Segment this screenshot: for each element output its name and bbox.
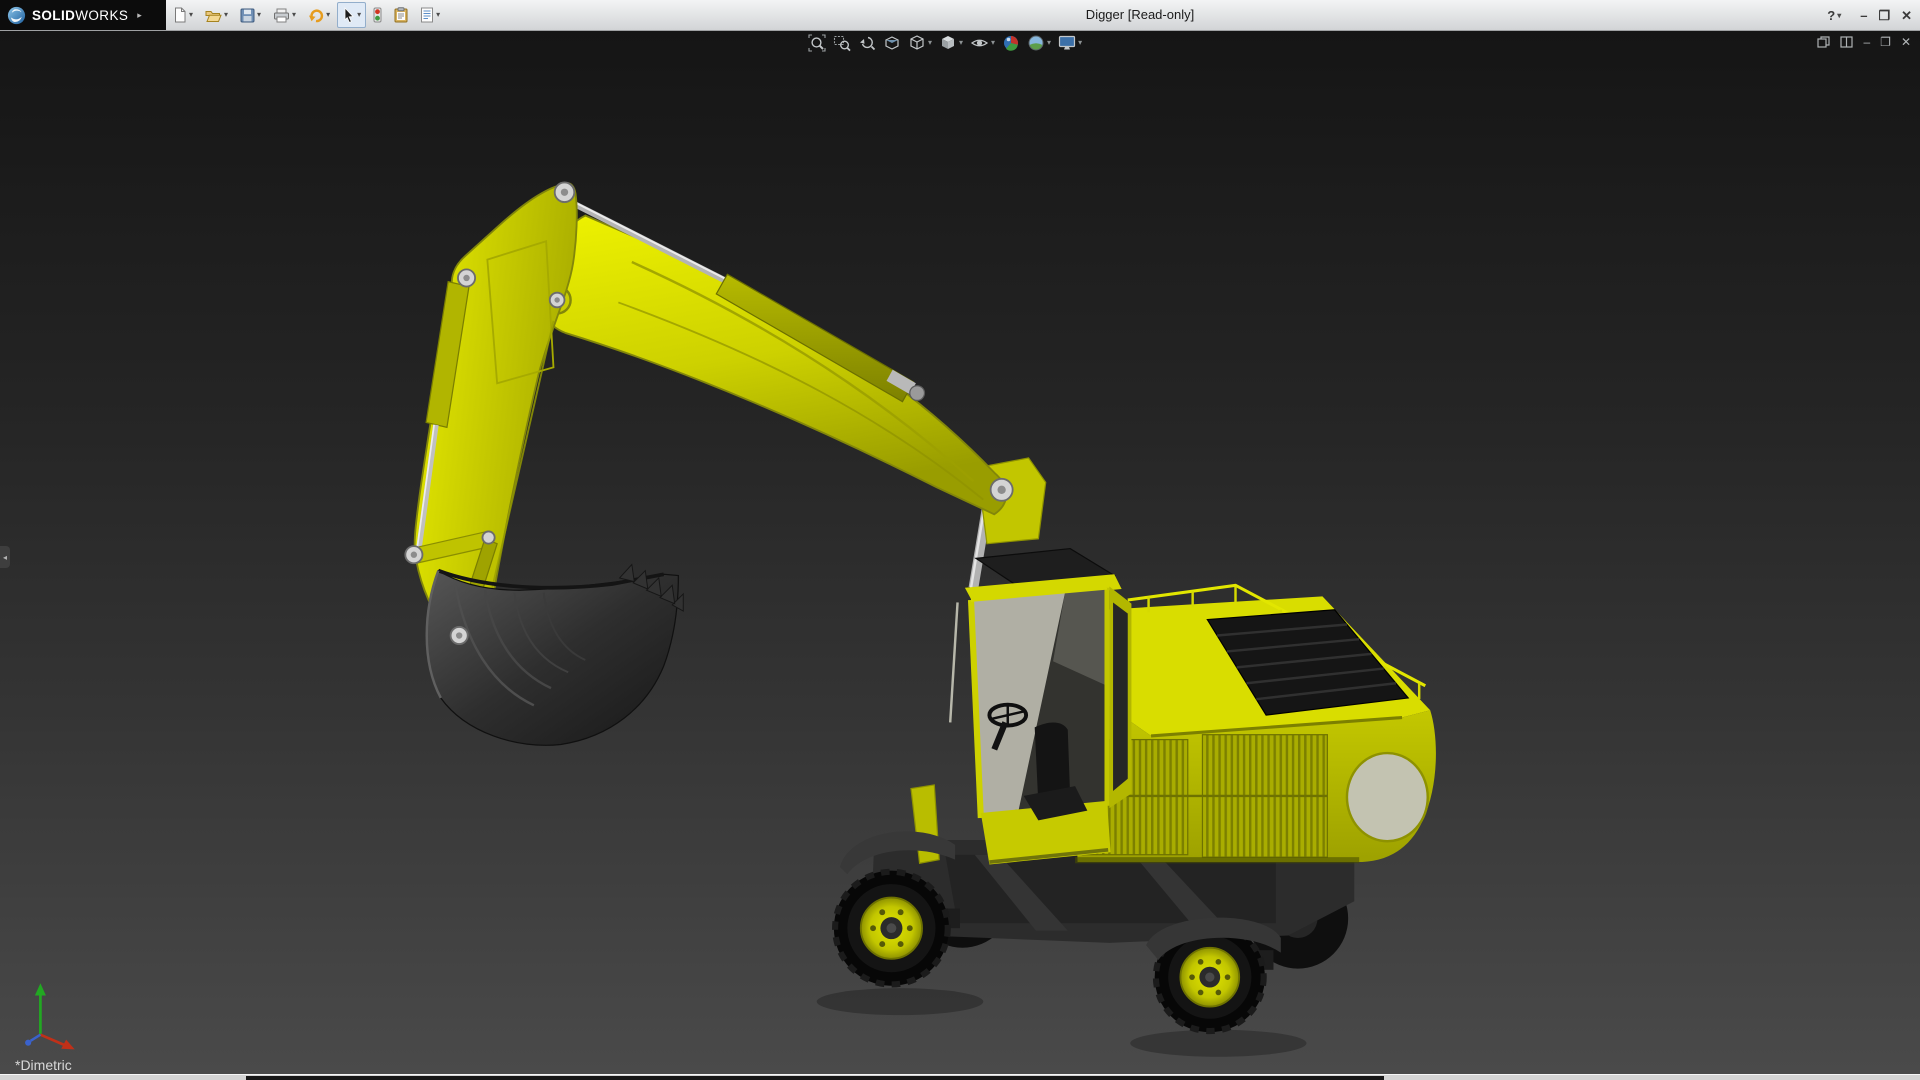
edit-appearance-button[interactable] xyxy=(1000,33,1022,53)
solidworks-logo: SOLIDWORKS ▸ xyxy=(0,0,166,30)
rebuild-button[interactable] xyxy=(368,2,387,28)
dropdown-arrow-icon[interactable]: ▾ xyxy=(292,11,296,19)
select-cursor-icon xyxy=(342,7,355,24)
display-style-button[interactable]: ▾ xyxy=(937,33,965,53)
scene-icon xyxy=(1027,34,1045,52)
minimize-button[interactable]: – xyxy=(1860,9,1867,22)
open-button[interactable]: ▾ xyxy=(200,2,233,28)
dropdown-arrow-icon[interactable]: ▾ xyxy=(1078,39,1082,47)
feature-manager-collapse-tab[interactable]: ◂ xyxy=(0,546,10,568)
new-document-button[interactable]: ▾ xyxy=(168,2,198,28)
hide-show-items-button[interactable]: ▾ xyxy=(968,33,997,53)
dropdown-arrow-icon[interactable]: ▾ xyxy=(224,11,228,19)
document-window-controls: – ❐ ✕ xyxy=(1817,36,1911,48)
dropdown-arrow-icon[interactable]: ▾ xyxy=(357,11,361,19)
main-toolbar: ▾ ▾ ▾ ▾ xyxy=(168,2,445,28)
dropdown-arrow-icon[interactable]: ▾ xyxy=(1047,39,1051,47)
select-button[interactable]: ▾ xyxy=(337,2,366,28)
dropdown-arrow-icon[interactable]: ▾ xyxy=(189,11,193,19)
undo-button[interactable]: ▾ xyxy=(303,2,335,28)
options-button[interactable]: ▾ xyxy=(415,2,445,28)
zoom-to-fit-button[interactable] xyxy=(806,33,828,53)
cascade-windows-icon[interactable] xyxy=(1817,36,1830,48)
logo-expand-arrow-icon[interactable]: ▸ xyxy=(137,10,142,21)
options-form-icon xyxy=(420,7,434,23)
save-floppy-icon xyxy=(240,8,255,23)
doc-minimize-button[interactable]: – xyxy=(1863,36,1870,48)
bottom-strip-dark-segment xyxy=(246,1076,1385,1080)
view-orientation-button[interactable]: ▾ xyxy=(906,33,934,53)
tile-windows-icon[interactable] xyxy=(1840,36,1853,48)
dropdown-arrow-icon[interactable]: ▾ xyxy=(959,39,963,47)
dropdown-arrow-icon[interactable]: ▾ xyxy=(326,11,330,19)
3ds-logo-icon xyxy=(7,6,26,25)
print-icon xyxy=(273,8,290,23)
open-folder-icon xyxy=(205,8,222,23)
file-properties-icon xyxy=(394,7,408,23)
apply-scene-button[interactable]: ▾ xyxy=(1025,33,1053,53)
restore-button[interactable]: ❐ xyxy=(1878,9,1890,22)
doc-close-button[interactable]: ✕ xyxy=(1901,36,1911,48)
section-view-icon xyxy=(883,34,901,52)
view-orientation-label: *Dimetric xyxy=(15,1057,72,1073)
appearance-ball-icon xyxy=(1002,34,1020,52)
titlebar: SOLIDWORKS ▸ ▾ ▾ ▾ xyxy=(0,0,1920,30)
doc-restore-button[interactable]: ❐ xyxy=(1880,36,1891,48)
window-title: Digger [Read-only] xyxy=(1086,0,1194,30)
view-settings-monitor-icon xyxy=(1058,35,1076,51)
dropdown-arrow-icon[interactable]: ▾ xyxy=(928,39,932,47)
zoom-to-area-button[interactable] xyxy=(831,33,853,53)
file-properties-button[interactable] xyxy=(389,2,413,28)
save-button[interactable]: ▾ xyxy=(235,2,266,28)
graphics-area[interactable] xyxy=(0,30,1920,1074)
new-document-icon xyxy=(173,7,187,23)
previous-view-button[interactable] xyxy=(856,33,878,53)
display-style-icon xyxy=(939,34,957,52)
view-settings-button[interactable]: ▾ xyxy=(1056,34,1084,52)
dropdown-arrow-icon[interactable]: ▾ xyxy=(1837,11,1841,20)
heads-up-view-toolbar: ▾ ▾ ▾ ▾ xyxy=(806,33,1084,53)
print-button[interactable]: ▾ xyxy=(268,2,301,28)
rebuild-stoplight-icon xyxy=(373,7,382,23)
view-orientation-cube-icon xyxy=(908,34,926,52)
eye-icon xyxy=(970,34,989,52)
dropdown-arrow-icon[interactable]: ▾ xyxy=(257,11,261,19)
section-view-button[interactable] xyxy=(881,33,903,53)
close-button[interactable]: ✕ xyxy=(1901,9,1912,22)
bottom-strip xyxy=(0,1074,1920,1080)
dropdown-arrow-icon[interactable]: ▾ xyxy=(991,39,995,47)
previous-view-icon xyxy=(858,34,876,52)
dropdown-arrow-icon[interactable]: ▾ xyxy=(436,11,440,19)
brand-text: SOLIDWORKS xyxy=(32,8,128,23)
zoom-to-area-icon xyxy=(833,34,851,52)
help-button[interactable]: ? ▾ xyxy=(1827,8,1841,23)
zoom-to-fit-icon xyxy=(808,34,826,52)
undo-arrow-icon xyxy=(308,8,324,23)
app-window-controls: ? ▾ – ❐ ✕ xyxy=(1827,0,1912,30)
